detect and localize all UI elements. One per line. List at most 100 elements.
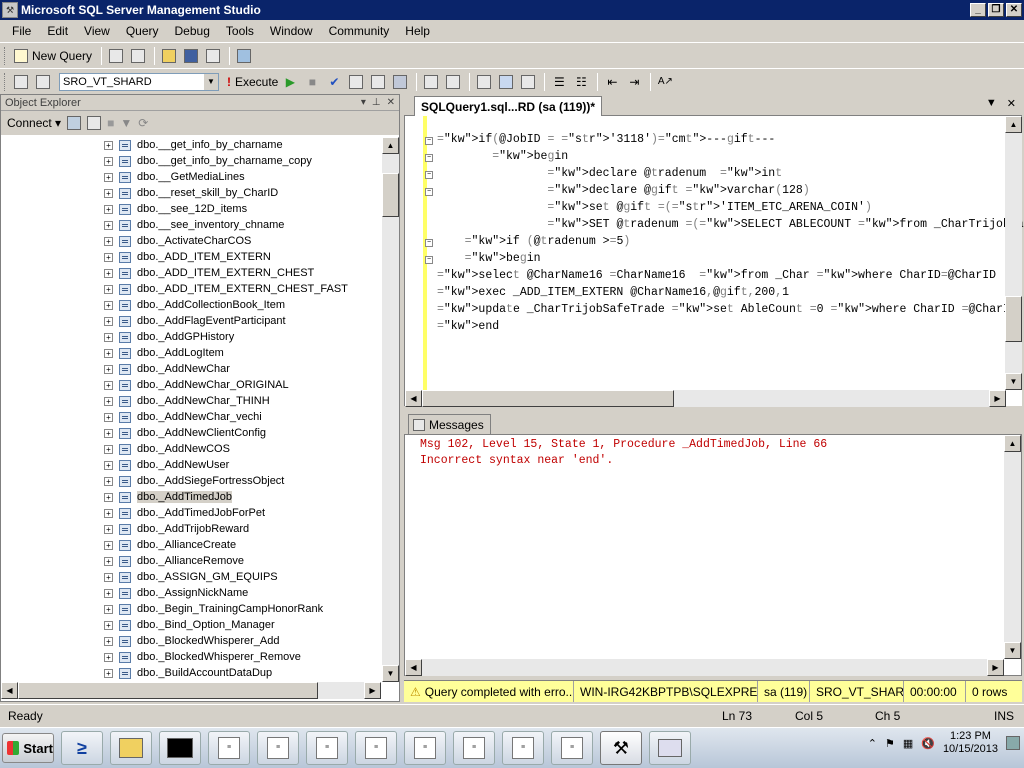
- menu-debug[interactable]: Debug: [167, 24, 218, 38]
- scroll-right-arrow[interactable]: ▶: [989, 390, 1006, 407]
- tree-item[interactable]: + dbo._AddNewChar_THINH: [1, 393, 381, 409]
- editor-vertical-scrollbar[interactable]: ▲ ▼: [1005, 116, 1022, 390]
- connect-button[interactable]: [11, 72, 31, 92]
- expand-icon[interactable]: +: [104, 156, 113, 166]
- expand-icon[interactable]: +: [104, 396, 113, 406]
- code-text[interactable]: ="kw">if(@JobID = ="str">'3118')="cmt">-…: [437, 131, 1024, 335]
- decrease-indent-button[interactable]: ⇤: [602, 72, 622, 92]
- tree-item[interactable]: + dbo.__get_info_by_charname_copy: [1, 153, 381, 169]
- tree-item[interactable]: + dbo._AddFlagEventParticipant: [1, 313, 381, 329]
- scroll-left-arrow[interactable]: ◀: [405, 390, 422, 407]
- uncomment-button[interactable]: ☷: [571, 72, 591, 92]
- taskbar-app[interactable]: [649, 731, 691, 765]
- scroll-right-arrow[interactable]: ▶: [364, 682, 381, 699]
- tree-item[interactable]: + dbo.__see_inventory_chname: [1, 217, 381, 233]
- scroll-thumb[interactable]: [18, 682, 318, 699]
- tree-item[interactable]: + dbo._AddNewCOS: [1, 441, 381, 457]
- results-to-text-button[interactable]: [474, 72, 494, 92]
- tree-item[interactable]: + dbo._Begin_TrainingCampHonorRank: [1, 601, 381, 617]
- tab-sqlquery1[interactable]: SQLQuery1.sql...RD (sa (119))*: [414, 96, 603, 116]
- menu-file[interactable]: File: [4, 24, 39, 38]
- tree-item[interactable]: + dbo._AssignNickName: [1, 585, 381, 601]
- scroll-left-arrow[interactable]: ◀: [1, 682, 18, 699]
- expand-icon[interactable]: +: [104, 524, 113, 534]
- results-to-file-button[interactable]: [518, 72, 538, 92]
- client-stats-button[interactable]: [443, 72, 463, 92]
- expand-icon[interactable]: +: [104, 508, 113, 518]
- flag-icon[interactable]: ⚑: [885, 737, 895, 750]
- taskbar-cmd[interactable]: [159, 731, 201, 765]
- include-plan-button[interactable]: [421, 72, 441, 92]
- results-to-grid-button[interactable]: [496, 72, 516, 92]
- menu-view[interactable]: View: [76, 24, 118, 38]
- network-icon[interactable]: ▦: [903, 737, 913, 750]
- close-icon[interactable]: ✕: [387, 97, 395, 108]
- tree-vertical-scrollbar[interactable]: ▲ ▼: [382, 137, 399, 682]
- expand-icon[interactable]: +: [104, 188, 113, 198]
- expand-icon[interactable]: +: [104, 636, 113, 646]
- taskbar-ssms[interactable]: ⚒: [600, 731, 642, 765]
- new-file-button[interactable]: [106, 46, 126, 66]
- tree-item[interactable]: + dbo._ADD_ITEM_EXTERN: [1, 249, 381, 265]
- taskbar-app[interactable]: ≡: [257, 731, 299, 765]
- tab-messages[interactable]: Messages: [408, 414, 491, 434]
- stop-icon[interactable]: ■: [107, 116, 114, 130]
- editor-horizontal-scrollbar[interactable]: ◀ ▶: [405, 390, 1006, 407]
- taskbar-app[interactable]: ≡: [453, 731, 495, 765]
- expand-icon[interactable]: +: [104, 556, 113, 566]
- tree-item[interactable]: + dbo._BlockedWhisperer_Add: [1, 633, 381, 649]
- tree-item[interactable]: + dbo._AddGPHistory: [1, 329, 381, 345]
- show-desktop-icon[interactable]: [1006, 736, 1020, 750]
- open-button[interactable]: [159, 46, 179, 66]
- filter-icon[interactable]: ▼: [120, 116, 132, 130]
- tree-item[interactable]: + dbo._ASSIGN_GM_EQUIPS: [1, 569, 381, 585]
- clock[interactable]: 1:23 PM 10/15/2013: [943, 730, 998, 756]
- connect-icon[interactable]: [67, 116, 82, 130]
- restore-button[interactable]: ❐: [988, 3, 1004, 17]
- tree-item[interactable]: + dbo._AddCollectionBook_Item: [1, 297, 381, 313]
- specify-values-button[interactable]: A↗: [655, 72, 675, 92]
- toolbar-grip[interactable]: [4, 46, 7, 65]
- taskbar-explorer[interactable]: [110, 731, 152, 765]
- expand-icon[interactable]: +: [104, 652, 113, 662]
- expand-icon[interactable]: +: [104, 204, 113, 214]
- expand-icon[interactable]: +: [104, 540, 113, 550]
- expand-icon[interactable]: +: [104, 412, 113, 422]
- menu-edit[interactable]: Edit: [39, 24, 76, 38]
- expand-icon[interactable]: +: [104, 220, 113, 230]
- scroll-right-arrow[interactable]: ▶: [987, 659, 1004, 676]
- tree-item[interactable]: + dbo.__get_info_by_charname: [1, 137, 381, 153]
- tree-item[interactable]: + dbo._AddTimedJob: [1, 489, 381, 505]
- expand-icon[interactable]: +: [104, 620, 113, 630]
- menu-window[interactable]: Window: [262, 24, 321, 38]
- disconnect-icon[interactable]: [87, 116, 102, 130]
- parse-button[interactable]: ✔: [324, 72, 344, 92]
- scroll-up-arrow[interactable]: ▲: [382, 137, 399, 154]
- connect-dropdown[interactable]: Connect ▾: [7, 116, 61, 130]
- tree-item[interactable]: + dbo._AddNewChar: [1, 361, 381, 377]
- expand-icon[interactable]: +: [104, 476, 113, 486]
- tree-item[interactable]: + dbo._BlockedWhisperer_Remove: [1, 649, 381, 665]
- display-plan-button[interactable]: [346, 72, 366, 92]
- menu-tools[interactable]: Tools: [218, 24, 262, 38]
- tree-item[interactable]: + dbo._AddNewClientConfig: [1, 425, 381, 441]
- scroll-down-arrow[interactable]: ▼: [1004, 642, 1021, 659]
- expand-icon[interactable]: +: [104, 364, 113, 374]
- tree-item[interactable]: + dbo._AddSiegeFortressObject: [1, 473, 381, 489]
- volume-icon[interactable]: 🔇: [921, 737, 935, 750]
- start-button[interactable]: Start: [2, 733, 54, 763]
- expand-icon[interactable]: +: [104, 300, 113, 310]
- collapse-icon[interactable]: −: [425, 154, 433, 162]
- change-connection-button[interactable]: [33, 72, 53, 92]
- options-button[interactable]: [390, 72, 410, 92]
- activity-monitor-button[interactable]: [234, 46, 254, 66]
- messages-pane[interactable]: Msg 102, Level 15, State 1, Procedure _A…: [404, 434, 1022, 676]
- refresh-icon[interactable]: ⟳: [138, 116, 148, 130]
- close-button[interactable]: ✕: [1006, 3, 1022, 17]
- sql-editor[interactable]: − − − − − − ="kw">if(@JobID = ="str">'31…: [404, 116, 1024, 407]
- scroll-left-arrow[interactable]: ◀: [405, 659, 422, 676]
- tree-item[interactable]: + dbo._BuildAccountDataDup: [1, 665, 381, 681]
- tree-item[interactable]: + dbo._AddTrijobReward: [1, 521, 381, 537]
- chevron-up-icon[interactable]: ⌃: [868, 737, 877, 750]
- expand-icon[interactable]: +: [104, 460, 113, 470]
